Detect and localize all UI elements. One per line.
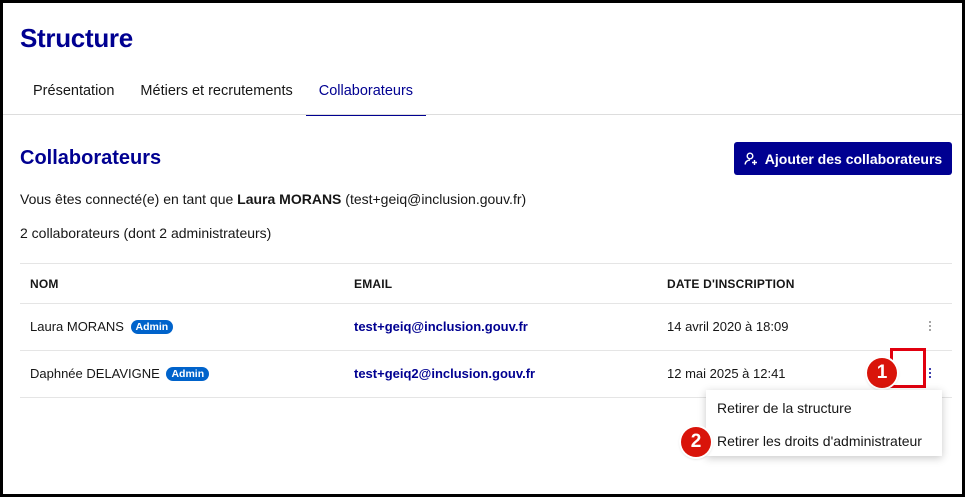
collaborator-name: Laura MORANS Admin: [30, 319, 174, 334]
add-collaborators-label: Ajouter des collaborateurs: [764, 150, 943, 167]
collaborators-count: 2 collaborateurs (dont 2 administrateurs…: [20, 225, 272, 241]
kebab-menu-icon[interactable]: [923, 318, 937, 334]
connected-user-email: (test+geiq@inclusion.gouv.fr): [345, 191, 527, 207]
section-title: Collaborateurs: [20, 147, 162, 169]
collaborator-name-text: Laura MORANS: [30, 319, 124, 334]
row-actions-menu: Retirer de la structure Retirer les droi…: [706, 390, 942, 456]
menu-item-remove-from-structure[interactable]: Retirer de la structure: [717, 400, 852, 416]
collaborator-name: Daphnée DELAVIGNE Admin: [30, 366, 210, 381]
annotation-step-2: 2: [681, 427, 711, 457]
collaborator-email: test+geiq@inclusion.gouv.fr: [354, 319, 528, 334]
app-frame: Structure Présentation Métiers et recrut…: [0, 0, 965, 497]
connected-user-name: Laura MORANS: [237, 191, 342, 207]
user-add-icon: [744, 152, 758, 166]
collaborator-date: 12 mai 2025 à 12:41: [667, 366, 786, 381]
annotation-step-1: 1: [867, 358, 897, 388]
header-name: NOM: [30, 277, 59, 291]
admin-badge: Admin: [130, 320, 174, 334]
admin-badge: Admin: [166, 367, 210, 381]
menu-item-remove-admin-rights[interactable]: Retirer les droits d'administrateur: [717, 433, 922, 449]
connected-prefix: Vous êtes connecté(e) en tant que: [20, 191, 234, 207]
table-header: NOM EMAIL DATE D'INSCRIPTION: [20, 263, 952, 304]
add-collaborators-button[interactable]: Ajouter des collaborateurs: [734, 142, 952, 175]
tab-presentation[interactable]: Présentation: [20, 69, 127, 116]
collaborator-email: test+geiq2@inclusion.gouv.fr: [354, 366, 536, 381]
header-date: DATE D'INSCRIPTION: [667, 277, 795, 291]
tab-bar: Présentation Métiers et recrutements Col…: [20, 69, 962, 116]
page-title: Structure: [20, 23, 133, 53]
tab-metiers-recrutements[interactable]: Métiers et recrutements: [127, 69, 305, 116]
collaborator-name-text: Daphnée DELAVIGNE: [30, 366, 160, 381]
collaborator-date: 14 avril 2020 à 18:09: [667, 319, 789, 334]
collaborators-table: NOM EMAIL DATE D'INSCRIPTION Laura MORAN…: [20, 263, 952, 398]
tab-collaborateurs[interactable]: Collaborateurs: [305, 69, 427, 116]
tabs-divider: [3, 114, 962, 115]
table-row: Laura MORANS Admin test+geiq@inclusion.g…: [20, 304, 952, 351]
connected-as-text: Vous êtes connecté(e) en tant que Laura …: [20, 191, 526, 207]
header-email: EMAIL: [354, 277, 393, 291]
